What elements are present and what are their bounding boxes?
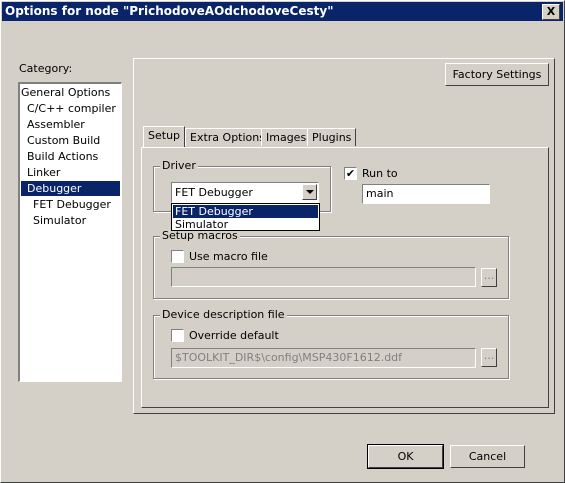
check-icon: ✔ <box>345 167 356 180</box>
category-item-linker[interactable]: Linker <box>27 165 60 180</box>
cancel-button[interactable]: Cancel <box>450 445 525 468</box>
factory-settings-button[interactable]: Factory Settings <box>445 63 549 86</box>
use-macro-file-checkbox[interactable] <box>171 250 184 263</box>
macro-file-path[interactable] <box>171 267 476 287</box>
use-macro-file-label: Use macro file <box>189 250 268 263</box>
run-to-input[interactable]: main <box>362 184 490 204</box>
run-to-label: Run to <box>362 167 398 180</box>
ok-button[interactable]: OK <box>367 444 444 469</box>
close-icon[interactable]: X <box>547 5 555 18</box>
window-title: Options for node "PrichodoveAOdchodoveCe… <box>5 4 334 18</box>
override-default-label: Override default <box>189 329 279 342</box>
category-item-debugger[interactable]: Debugger <box>21 181 120 196</box>
driver-option-fet-debugger[interactable]: FET Debugger <box>173 205 318 218</box>
category-list[interactable]: General Options C/C++ compiler Assembler… <box>18 82 122 382</box>
chevron-down-icon <box>306 190 314 194</box>
category-label: Category: <box>19 62 73 75</box>
override-default-checkbox[interactable] <box>171 329 184 342</box>
tab-images[interactable]: Images <box>261 128 312 146</box>
driver-legend: Driver <box>160 159 198 172</box>
device-description-group <box>153 315 509 379</box>
category-item-build-actions[interactable]: Build Actions <box>27 149 98 164</box>
tab-extra-options[interactable]: Extra Options <box>185 128 270 146</box>
category-item-fet-debugger[interactable]: FET Debugger <box>33 197 111 212</box>
category-item-c-compiler[interactable]: C/C++ compiler <box>27 101 116 116</box>
device-description-legend: Device description file <box>160 308 287 321</box>
driver-select[interactable]: FET Debugger <box>171 182 319 203</box>
device-description-path[interactable]: $TOOLKIT_DIR$\config\MSP430F1612.ddf <box>171 348 476 368</box>
close-button[interactable]: X <box>542 4 560 20</box>
browse-device-button[interactable]: ... <box>481 348 497 367</box>
run-to-checkbox[interactable]: ✔ <box>344 167 357 180</box>
driver-dropdown-list[interactable]: FET Debugger Simulator <box>171 203 320 231</box>
category-item-general-options[interactable]: General Options <box>21 85 110 100</box>
dropdown-button[interactable] <box>302 184 317 200</box>
category-item-assembler[interactable]: Assembler <box>27 117 85 132</box>
tab-setup[interactable]: Setup <box>143 126 186 147</box>
driver-option-simulator[interactable]: Simulator <box>173 218 318 231</box>
category-item-simulator[interactable]: Simulator <box>33 213 86 228</box>
title-bar: Options for node "PrichodoveAOdchodoveCe… <box>2 2 563 21</box>
browse-macro-button[interactable]: ... <box>481 268 497 287</box>
driver-selected-value: FET Debugger <box>175 186 253 199</box>
tab-plugins[interactable]: Plugins <box>307 128 357 146</box>
category-item-custom-build[interactable]: Custom Build <box>27 133 100 148</box>
